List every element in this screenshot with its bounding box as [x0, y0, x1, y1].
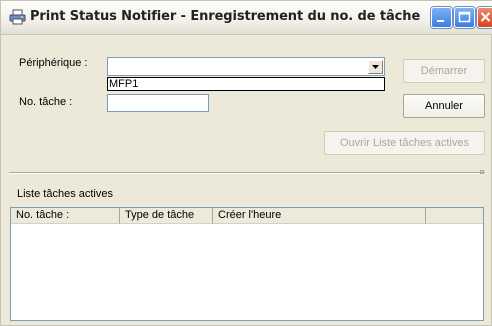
device-option[interactable]: MFP1 — [109, 78, 138, 90]
job-number-label: No. tâche : — [19, 96, 73, 108]
column-header-created-time[interactable]: Créer l'heure — [213, 208, 426, 224]
chevron-down-icon — [372, 65, 379, 69]
separator — [9, 172, 485, 174]
job-number-input[interactable] — [107, 94, 209, 112]
column-header-job-type[interactable]: Type de tâche — [120, 208, 213, 224]
separator-end — [480, 170, 484, 174]
close-button[interactable] — [477, 7, 492, 28]
close-icon — [480, 12, 491, 22]
maximize-button[interactable] — [454, 7, 475, 28]
dialog-window: Print Status Notifier - Enregistrement d… — [0, 0, 492, 326]
printer-icon — [9, 9, 26, 25]
cancel-button[interactable]: Annuler — [403, 94, 485, 118]
device-label: Périphérique : — [19, 57, 88, 69]
device-dropdown-list: MFP1 — [107, 77, 385, 91]
start-button[interactable]: Démarrer — [403, 59, 485, 83]
active-jobs-list[interactable]: No. tâche : Type de tâche Créer l'heure — [10, 207, 484, 321]
window-title: Print Status Notifier - Enregistrement d… — [30, 9, 421, 24]
minimize-icon — [437, 20, 444, 22]
combobox-dropdown-button[interactable] — [368, 60, 383, 74]
column-header-filler — [426, 208, 483, 224]
maximize-icon — [458, 11, 471, 23]
minimize-button[interactable] — [431, 7, 452, 28]
device-combobox[interactable] — [107, 57, 385, 76]
title-bar[interactable]: Print Status Notifier - Enregistrement d… — [1, 1, 492, 35]
open-active-jobs-button[interactable]: Ouvrir Liste tâches actives — [324, 131, 485, 155]
active-jobs-label: Liste tâches actives — [17, 188, 113, 200]
column-header-job-number[interactable]: No. tâche : — [11, 208, 120, 224]
